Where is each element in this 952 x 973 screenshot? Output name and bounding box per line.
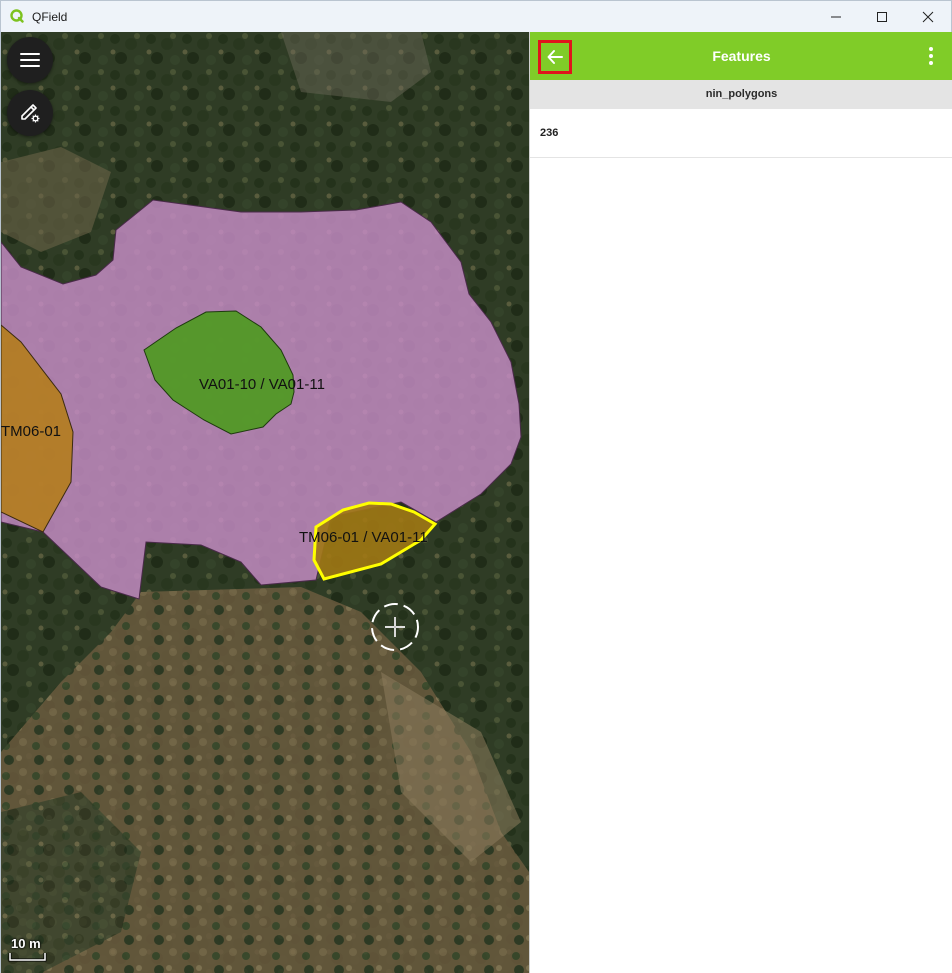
map-canvas[interactable]: VA01-10 / VA01-11 TM06-01 TM06-01 / VA01… (1, 32, 529, 973)
back-button[interactable] (538, 40, 572, 74)
minimize-icon (831, 16, 841, 17)
map-layers (1, 32, 529, 973)
digitize-settings-button[interactable] (7, 90, 53, 136)
arrow-left-icon (547, 50, 563, 64)
close-icon (922, 11, 934, 22)
scale-line (8, 953, 47, 962)
map-label-va01-10: VA01-10 / VA01-11 (199, 376, 325, 393)
feature-id: 236 (540, 127, 559, 139)
maximize-icon (877, 11, 887, 22)
hamburger-menu-icon (20, 53, 40, 67)
scale-label: 10 m (11, 936, 41, 951)
minimize-button[interactable] (813, 1, 859, 32)
scale-bar: 10 m (8, 936, 48, 966)
crosshair-icon (371, 603, 419, 651)
panel-title: Features (712, 48, 771, 64)
map-label-tm06-01: TM06-01 (1, 423, 62, 440)
pen-settings-icon (21, 104, 40, 123)
feature-list-item[interactable]: 236 (530, 109, 952, 158)
window-title: QField (32, 10, 68, 24)
features-panel: Features nin_polygons 236 (529, 32, 952, 973)
app-window: QField VA01-10 / VA01-11 TM06-01 TM06-01… (0, 0, 952, 973)
panel-menu-button[interactable] (921, 44, 941, 68)
layer-section-header: nin_polygons (530, 80, 952, 109)
more-vertical-icon (929, 47, 933, 51)
close-button[interactable] (905, 1, 951, 32)
main-menu-button[interactable] (7, 37, 53, 83)
qfield-logo-icon (10, 9, 24, 23)
map-label-tm06-01-va01-11: TM06-01 / VA01-11 (299, 529, 428, 546)
maximize-button[interactable] (859, 1, 905, 32)
title-bar[interactable]: QField (1, 1, 951, 32)
features-header: Features (530, 32, 952, 80)
